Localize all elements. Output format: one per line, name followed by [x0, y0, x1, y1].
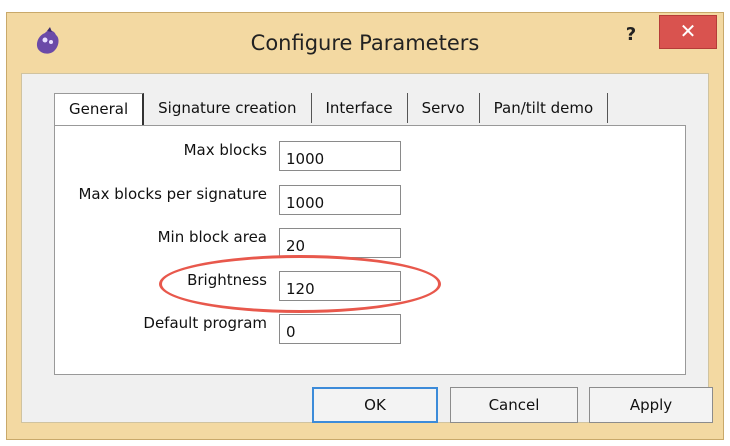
tab-signature-creation[interactable]: Signature creation [144, 93, 312, 123]
min-block-area-input[interactable] [279, 228, 401, 258]
default-program-label: Default program [143, 314, 267, 332]
title-bar[interactable]: Configure Parameters ? ✕ [7, 13, 723, 73]
apply-button[interactable]: Apply [589, 387, 713, 423]
cancel-button[interactable]: Cancel [450, 387, 578, 423]
tab-servo[interactable]: Servo [408, 93, 480, 123]
tab-bar: General Signature creation Interface Ser… [54, 93, 609, 126]
brightness-input[interactable] [279, 271, 401, 301]
tab-interface[interactable]: Interface [312, 93, 408, 123]
help-button[interactable]: ? [617, 21, 645, 49]
min-block-area-label: Min block area [157, 228, 267, 246]
max-blocks-per-signature-row: Max blocks per signature [7, 181, 401, 215]
ok-button[interactable]: OK [312, 387, 438, 423]
brightness-row: Brightness [7, 267, 401, 301]
close-icon: ✕ [679, 19, 697, 43]
tab-general[interactable]: General [54, 93, 145, 126]
default-program-input[interactable] [279, 314, 401, 344]
max-blocks-per-signature-label: Max blocks per signature [78, 185, 267, 203]
brightness-label: Brightness [187, 271, 267, 289]
configure-parameters-window: Configure Parameters ? ✕ General Signatu… [6, 12, 724, 440]
window-title: Configure Parameters [250, 31, 480, 55]
max-blocks-row: Max blocks [7, 137, 401, 171]
max-blocks-input[interactable] [279, 141, 401, 171]
max-blocks-label: Max blocks [183, 141, 267, 159]
min-block-area-row: Min block area [7, 224, 401, 258]
max-blocks-per-signature-input[interactable] [279, 185, 401, 215]
close-button[interactable]: ✕ [659, 15, 717, 49]
default-program-row: Default program [7, 310, 401, 344]
tab-pan-tilt-demo[interactable]: Pan/tilt demo [480, 93, 609, 123]
